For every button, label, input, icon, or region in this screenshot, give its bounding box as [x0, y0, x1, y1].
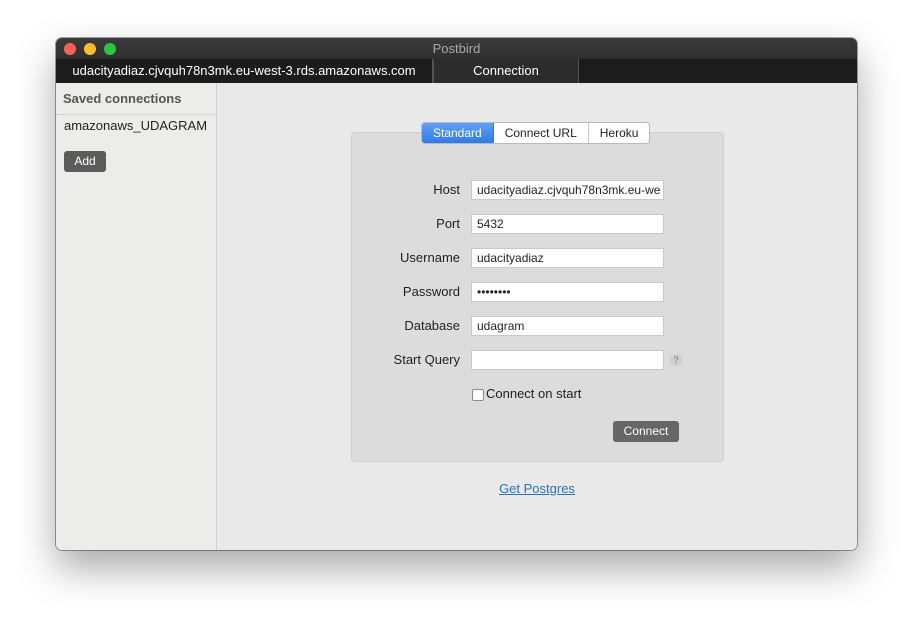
help-icon[interactable]: ?: [670, 354, 682, 366]
tab-standard[interactable]: Standard: [422, 123, 494, 143]
host-input[interactable]: udacityadiaz.cjvquh78n3mk.eu-we: [471, 180, 664, 200]
main-content: Standard Connect URL Heroku Host udacity…: [217, 83, 857, 550]
tab-connect-url[interactable]: Connect URL: [494, 123, 589, 143]
connect-on-start-label[interactable]: Connect on start: [486, 386, 581, 401]
database-label: Database: [404, 318, 460, 333]
maximize-window-button[interactable]: [104, 43, 116, 55]
port-input[interactable]: 5432: [471, 214, 664, 234]
saved-connection-item[interactable]: amazonaws_UDAGRAM: [56, 115, 216, 140]
connection-type-selector: Standard Connect URL Heroku: [421, 122, 651, 144]
database-input[interactable]: udagram: [471, 316, 664, 336]
connect-button[interactable]: Connect: [613, 421, 679, 442]
start-query-label: Start Query: [393, 352, 460, 367]
close-window-button[interactable]: [64, 43, 76, 55]
port-label: Port: [436, 216, 460, 231]
tab-connection[interactable]: Connection: [433, 59, 579, 83]
add-connection-button[interactable]: Add: [64, 151, 106, 172]
username-input[interactable]: udacityadiaz: [471, 248, 664, 268]
sidebar-header: Saved connections: [56, 83, 216, 115]
connect-on-start-checkbox[interactable]: [472, 389, 484, 401]
host-label: Host: [433, 182, 460, 197]
app-window: Postbird udacityadiaz.cjvquh78n3mk.eu-we…: [56, 38, 857, 550]
tab-bar: udacityadiaz.cjvquh78n3mk.eu-west-3.rds.…: [56, 59, 857, 84]
title-bar: Postbird: [56, 38, 857, 59]
minimize-window-button[interactable]: [84, 43, 96, 55]
tab-heroku[interactable]: Heroku: [589, 123, 650, 143]
password-input[interactable]: ••••••••: [471, 282, 664, 302]
start-query-input[interactable]: [471, 350, 664, 370]
window-title: Postbird: [432, 41, 481, 56]
sidebar: Saved connections amazonaws_UDAGRAM Add: [56, 83, 217, 550]
get-postgres-link[interactable]: Get Postgres: [217, 481, 857, 496]
password-label: Password: [402, 284, 460, 299]
tab-host-connection[interactable]: udacityadiaz.cjvquh78n3mk.eu-west-3.rds.…: [56, 59, 433, 83]
username-label: Username: [400, 250, 460, 265]
